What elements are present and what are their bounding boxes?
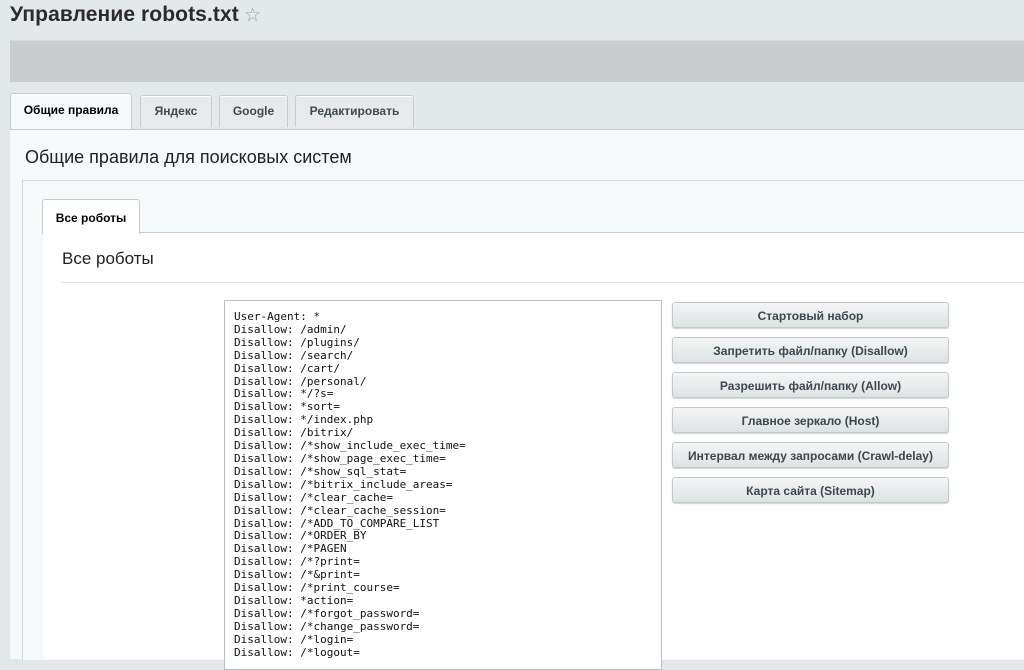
- toolbar-strip: [10, 40, 1024, 82]
- robots-line: Disallow: /cart/: [234, 361, 340, 375]
- panel-title: Общие правила для поисковых систем: [25, 147, 352, 167]
- robots-line: Disallow: /*forgot_password=: [234, 606, 420, 620]
- robots-line: Disallow: /*bitrix_include_areas=: [234, 477, 453, 491]
- robots-line: Disallow: /admin/: [234, 322, 347, 336]
- robots-line: Disallow: /*login=: [234, 632, 354, 646]
- main-tabs: Общие правила Яндекс Google Редактироват…: [10, 93, 1024, 131]
- robots-line: Disallow: /*clear_cache=: [234, 490, 393, 504]
- robots-line: Disallow: /search/: [234, 348, 354, 362]
- host-button[interactable]: Главное зеркало (Host): [672, 407, 949, 433]
- crawl-delay-button[interactable]: Интервал между запросами (Crawl-delay): [672, 442, 949, 468]
- robots-line: Disallow: /*print_course=: [234, 581, 400, 595]
- robots-line: Disallow: /*clear_cache_session=: [234, 503, 446, 517]
- tab-google[interactable]: Google: [219, 95, 288, 127]
- section-divider: [62, 282, 1024, 283]
- tab-yandex[interactable]: Яндекс: [140, 95, 212, 127]
- robots-textarea[interactable]: User-Agent: * Disallow: /admin/Disallow: …: [224, 300, 662, 670]
- robots-line: Disallow: /plugins/: [234, 335, 360, 349]
- tab-general-rules[interactable]: Общие правила: [10, 93, 132, 131]
- disallow-button[interactable]: Запретить файл/папку (Disallow): [672, 337, 949, 363]
- star-icon[interactable]: ☆: [244, 4, 261, 27]
- inner-tab-divider: [42, 232, 1024, 233]
- section-title: Все роботы: [62, 249, 154, 268]
- robots-line: Disallow: /*show_sql_stat=: [234, 464, 407, 478]
- robots-line: Disallow: /*show_page_exec_time=: [234, 451, 446, 465]
- page-title: Управление robots.txt: [10, 3, 239, 26]
- tab-all-robots[interactable]: Все роботы: [42, 199, 140, 234]
- robots-line: Disallow: /*logout=: [234, 645, 360, 659]
- start-set-button[interactable]: Стартовый набор: [672, 302, 949, 328]
- robots-line: User-Agent: *: [234, 310, 321, 323]
- tab-edit[interactable]: Редактировать: [295, 95, 414, 127]
- allow-button[interactable]: Разрешить файл/папку (Allow): [672, 372, 949, 398]
- robots-line: Disallow: *action=: [234, 593, 354, 607]
- sitemap-button[interactable]: Карта сайта (Sitemap): [672, 477, 949, 503]
- robots-line: Disallow: /*change_password=: [234, 619, 420, 633]
